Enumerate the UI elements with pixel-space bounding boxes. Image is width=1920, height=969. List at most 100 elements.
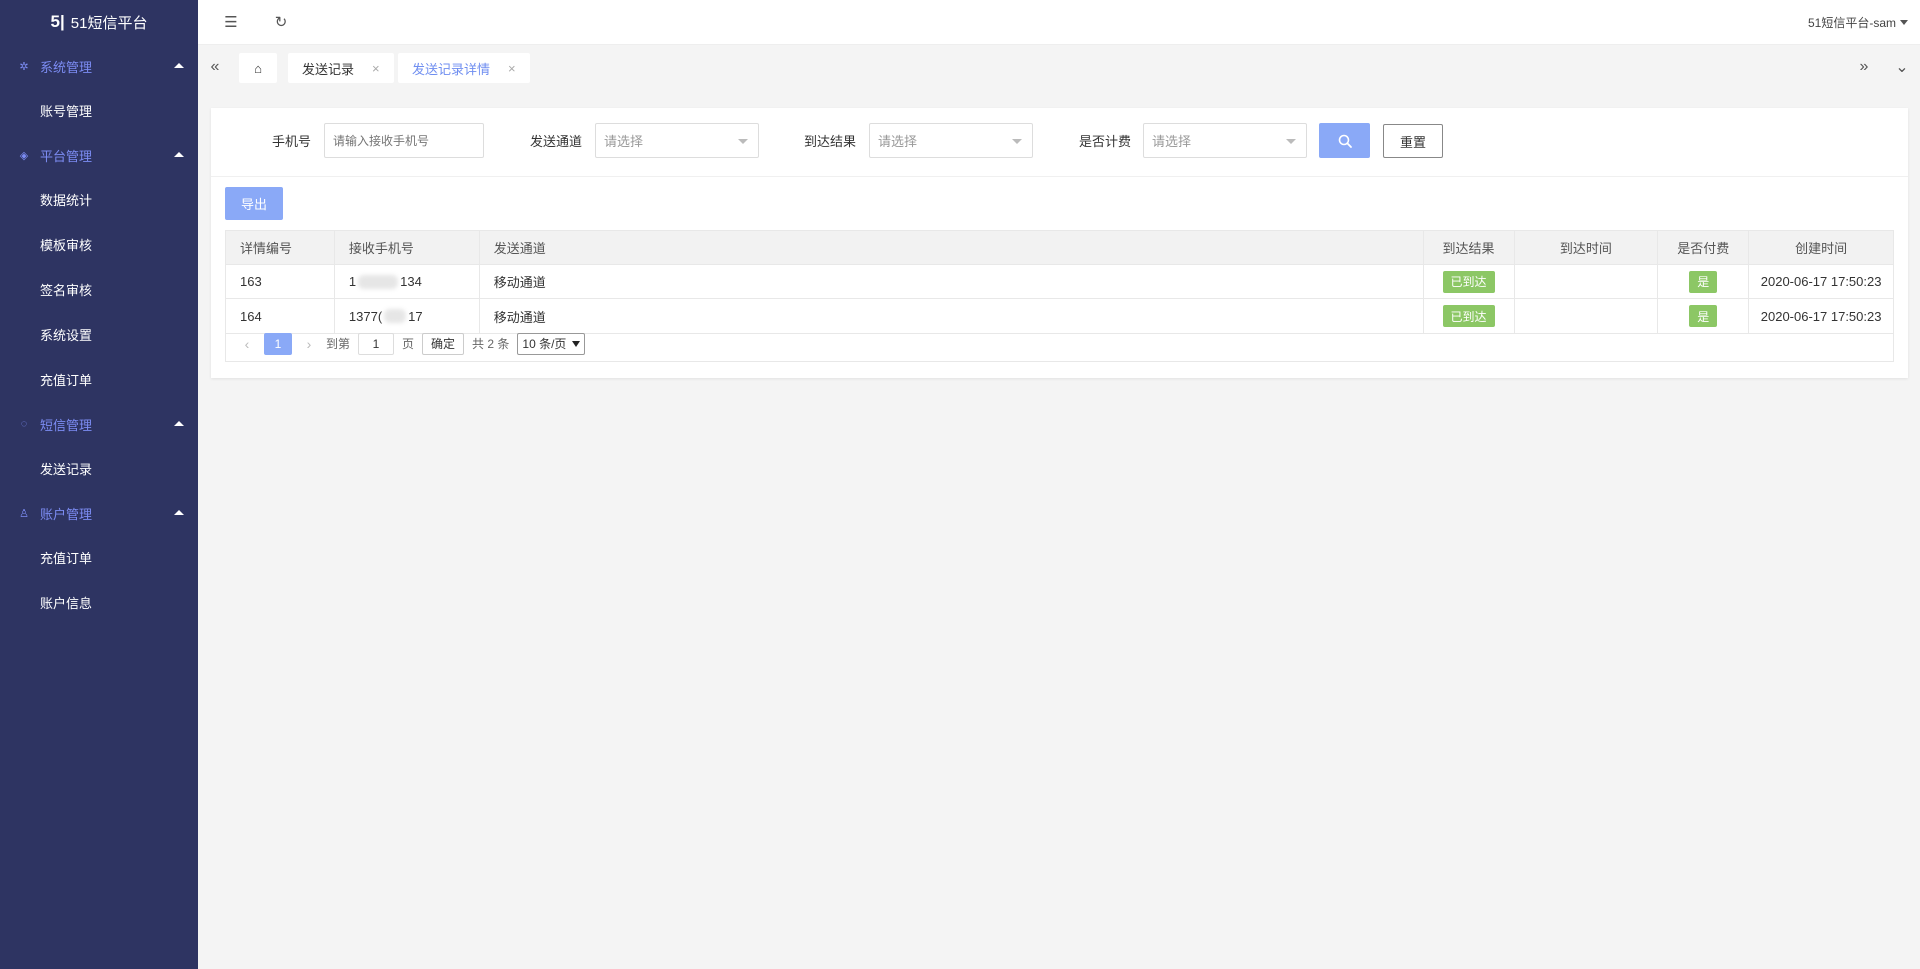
phone-input[interactable] <box>324 123 484 158</box>
column-header[interactable]: 到达结果 <box>1424 231 1515 264</box>
redacted-mask <box>384 309 407 323</box>
user-menu[interactable]: 51短信平台-sam <box>1808 14 1908 31</box>
page-jump-input[interactable] <box>358 332 395 355</box>
tab-label: 发送记录详情 <box>412 61 491 77</box>
column-header[interactable]: 创建时间 <box>1749 231 1893 264</box>
column-header[interactable]: 是否付费 <box>1658 231 1750 264</box>
tabs-scroll-right-icon[interactable]: » <box>1854 57 1874 77</box>
tabs-scroll-left-icon[interactable]: « <box>205 57 225 77</box>
sidebar-item-statistics[interactable]: 数据统计 <box>0 177 198 222</box>
column-header[interactable]: 详情编号 <box>226 231 335 264</box>
menu-group-sms: ◌ 短信管理 发送记录 <box>0 402 198 491</box>
chevron-down-icon <box>738 139 748 144</box>
billing-select[interactable]: 请选择 <box>1143 123 1307 158</box>
sidebar-item-template-review[interactable]: 模板审核 <box>0 222 198 267</box>
tab-send-record-detail[interactable]: 发送记录详情 × <box>398 53 530 83</box>
prev-page-icon[interactable]: ‹ <box>238 336 256 352</box>
total-count: 共 2 条 <box>472 337 510 351</box>
search-icon <box>1338 134 1352 148</box>
sidebar-item-accounts[interactable]: 账号管理 <box>0 88 198 133</box>
content-card: 手机号 发送通道 请选择 到达结果 请选择 是否计费 请选择 重置 导出 详情编… <box>211 108 1908 378</box>
phone-cell: 1 134 <box>335 265 480 298</box>
phone-label: 手机号 <box>272 134 312 149</box>
table-header-row: 详情编号 接收手机号 发送通道 到达结果 到达时间 是否付费 创建时间 <box>226 231 1893 265</box>
close-icon[interactable]: × <box>508 61 516 76</box>
channel-cell: 移动通道 <box>480 265 1424 298</box>
menu-header-system[interactable]: ✲ 系统管理 <box>0 44 198 88</box>
user-name: 51短信平台-sam <box>1807 16 1896 30</box>
table-row[interactable]: 163 1 134 移动通道 已到达 是 2020-06-17 17:50:23 <box>226 265 1893 299</box>
sidebar-item-account-info[interactable]: 账户信息 <box>0 580 198 625</box>
menu-header-sms[interactable]: ◌ 短信管理 <box>0 402 198 446</box>
app-logo[interactable]: 5| 51短信平台 <box>0 0 198 44</box>
goto-label: 到第 <box>326 337 351 351</box>
menu-header-platform[interactable]: ◈ 平台管理 <box>0 133 198 177</box>
tabs-menu-chevron-down-icon[interactable]: ⌄ <box>1892 57 1912 77</box>
message-icon: ◌ <box>20 418 28 430</box>
sidebar: 5| 51短信平台 ✲ 系统管理 账号管理 ◈ 平台管理 数据统计 模板审核 签… <box>0 0 198 969</box>
menu-group-system: ✲ 系统管理 账号管理 <box>0 44 198 133</box>
menu-toggle-icon[interactable]: ☰ <box>222 13 240 31</box>
chevron-down-icon <box>572 340 581 347</box>
reset-button[interactable]: 重置 <box>1383 124 1443 158</box>
billing-select-value: 请选择 <box>1152 134 1192 149</box>
app-title: 51短信平台 <box>70 14 148 32</box>
caret-up-icon <box>174 152 184 157</box>
caret-down-icon <box>1900 20 1908 25</box>
page-unit-label: 页 <box>402 337 415 351</box>
arrive-time-cell <box>1515 265 1659 298</box>
caret-up-icon <box>174 510 184 515</box>
tabs-bar: « ⌂ 发送记录 × 发送记录详情 × » ⌄ <box>198 45 1920 91</box>
phone-prefix: 1377( <box>348 308 383 324</box>
phone-suffix: 134 <box>400 274 422 289</box>
layers-icon: ◈ <box>19 149 29 162</box>
menu-header-label: 账户管理 <box>40 506 93 522</box>
channel-select-value: 请选择 <box>604 134 644 149</box>
menu-header-label: 系统管理 <box>40 59 93 75</box>
menu-header-account[interactable]: ♙ 账户管理 <box>0 491 198 535</box>
next-page-icon[interactable]: › <box>300 336 318 352</box>
chevron-down-icon <box>1286 139 1296 144</box>
redacted-mask <box>358 274 399 289</box>
user-icon: ♙ <box>19 507 29 520</box>
tab-home[interactable]: ⌂ <box>239 53 277 83</box>
result-select[interactable]: 请选择 <box>869 123 1033 158</box>
page-jump-confirm-button[interactable]: 确定 <box>422 332 465 355</box>
result-select-value: 请选择 <box>878 134 918 149</box>
result-label: 到达结果 <box>804 134 857 149</box>
page-number-current[interactable]: 1 <box>264 332 292 355</box>
menu-header-label: 短信管理 <box>40 417 93 433</box>
billing-label: 是否计费 <box>1079 134 1132 149</box>
tab-label: 发送记录 <box>302 61 355 77</box>
phone-prefix: 1 <box>348 274 357 289</box>
close-icon[interactable]: × <box>372 61 380 76</box>
channel-label: 发送通道 <box>530 134 583 149</box>
export-button[interactable]: 导出 <box>225 187 283 220</box>
column-header[interactable]: 接收手机号 <box>335 231 480 264</box>
column-header[interactable]: 到达时间 <box>1515 231 1659 264</box>
column-header[interactable]: 发送通道 <box>480 231 1424 264</box>
menu-group-platform: ◈ 平台管理 数据统计 模板审核 签名审核 系统设置 充值订单 <box>0 133 198 402</box>
refresh-icon[interactable]: ↻ <box>272 13 290 31</box>
sidebar-item-recharge-orders[interactable]: 充值订单 <box>0 357 198 402</box>
paid-cell: 是 <box>1658 265 1750 298</box>
search-button[interactable] <box>1319 123 1370 158</box>
caret-up-icon <box>174 63 184 68</box>
status-badge: 已到达 <box>1442 270 1495 293</box>
page-size-value: 10 条/页 <box>522 337 567 351</box>
phone-suffix: 17 <box>408 308 423 324</box>
menu-group-account: ♙ 账户管理 充值订单 账户信息 <box>0 491 198 625</box>
page-size-select[interactable]: 10 条/页 <box>517 332 586 355</box>
filter-bar: 手机号 发送通道 请选择 到达结果 请选择 是否计费 请选择 重置 <box>211 108 1908 177</box>
pagination: ‹ 1 › 到第 页 确定 共 2 条 10 条/页 <box>225 326 1894 362</box>
sidebar-item-system-settings[interactable]: 系统设置 <box>0 312 198 357</box>
sidebar-item-signature-review[interactable]: 签名审核 <box>0 267 198 312</box>
caret-up-icon <box>174 421 184 426</box>
sidebar-item-account-recharge[interactable]: 充值订单 <box>0 535 198 580</box>
channel-select[interactable]: 请选择 <box>595 123 759 158</box>
tab-send-records[interactable]: 发送记录 × <box>288 53 394 83</box>
sidebar-item-send-records[interactable]: 发送记录 <box>0 446 198 491</box>
top-bar: ☰ ↻ 51短信平台-sam <box>198 0 1920 45</box>
menu-header-label: 平台管理 <box>40 148 93 164</box>
paid-badge: 是 <box>1689 270 1718 293</box>
